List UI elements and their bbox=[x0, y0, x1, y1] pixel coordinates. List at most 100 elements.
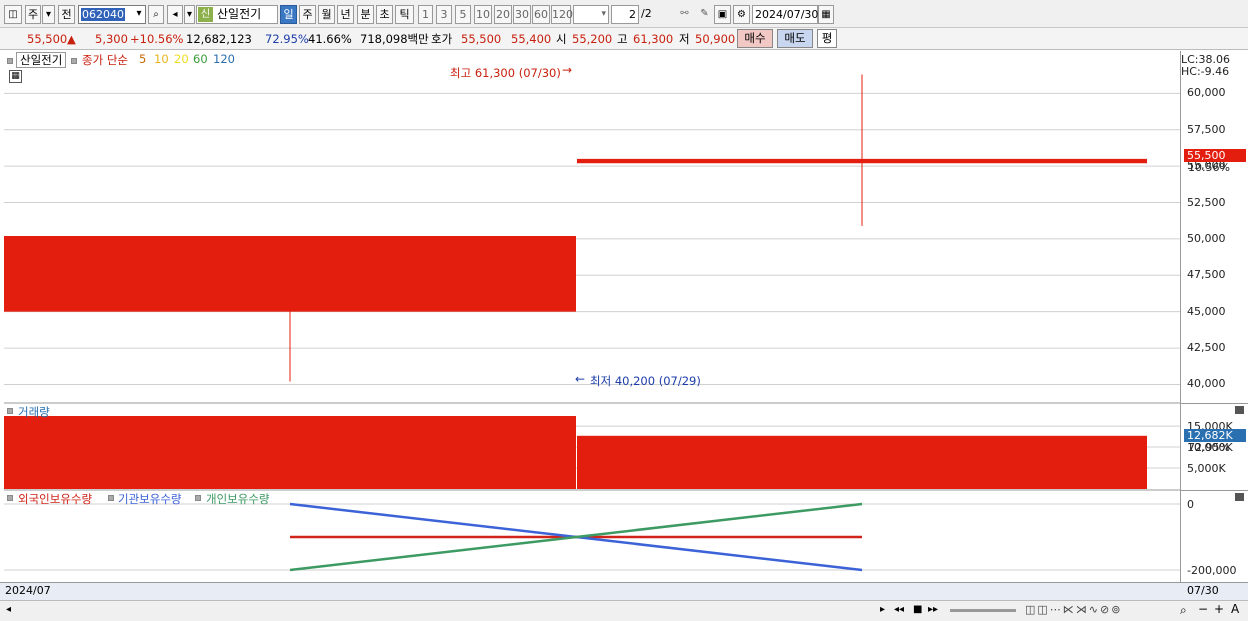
interval-3[interactable]: 3 bbox=[436, 5, 452, 24]
gear-icon[interactable]: ⚙ bbox=[733, 5, 750, 24]
change-amount: 5,300 bbox=[95, 32, 128, 46]
tool-icon[interactable]: ✎ bbox=[696, 5, 713, 24]
fast-forward-icon[interactable]: ▸▸ bbox=[928, 604, 938, 615]
ma-10[interactable]: 10 bbox=[154, 52, 169, 66]
price-tick-label: 42,500 bbox=[1187, 341, 1226, 355]
quote-label: 호가 bbox=[431, 32, 453, 46]
week-button[interactable]: 주 bbox=[25, 5, 41, 24]
chevron-down-icon[interactable]: ▾ bbox=[42, 5, 55, 24]
minus-icon[interactable]: − bbox=[1198, 602, 1208, 616]
period-second[interactable]: 초 bbox=[376, 5, 393, 24]
stop-icon[interactable]: ■ bbox=[913, 604, 922, 615]
ma-5[interactable]: 5 bbox=[139, 52, 146, 66]
chart-area: 산일전기 종가 단순 5 10 20 60 120 ▦ 최고 61,300 (0… bbox=[4, 51, 1180, 600]
page-input[interactable]: 2 bbox=[611, 5, 639, 24]
foreign-holding-legend[interactable]: 외국인보유수량 bbox=[18, 491, 92, 507]
panel-marker-icon bbox=[71, 58, 77, 64]
play-icon[interactable]: ▸ bbox=[880, 604, 885, 615]
price-axis: 40,000 42,500 45,000 47,500 50,000 52,500 55,0… bbox=[1181, 51, 1248, 403]
date-end: 07/30 bbox=[1187, 584, 1219, 597]
layout-icon[interactable]: ◫ bbox=[4, 5, 22, 24]
holding-tick-label: 0 bbox=[1187, 498, 1194, 511]
ma-label[interactable]: 종가 단순 bbox=[82, 52, 128, 68]
high-label: 고 bbox=[617, 32, 628, 46]
arrow-right-icon: → bbox=[562, 63, 573, 77]
quote-info-bar: 55,500 ▲ 5,300 +10.56% 12,682,123 72.95%… bbox=[0, 28, 1248, 50]
price-tick-label: 60,000 bbox=[1187, 86, 1226, 100]
sell-button[interactable]: 매도 bbox=[777, 29, 813, 48]
date-axis: 2024/07 07/30 bbox=[0, 582, 1248, 600]
price-tick-label: 47,500 bbox=[1187, 268, 1226, 282]
volume-pct-tag: 72.95% bbox=[1188, 441, 1230, 454]
current-pct-tag: 10.56% bbox=[1188, 161, 1230, 174]
interval-20[interactable]: 20 bbox=[494, 5, 512, 24]
ma-60[interactable]: 60 bbox=[193, 52, 208, 66]
panel-marker-icon bbox=[108, 495, 114, 501]
stock-legend[interactable]: 산일전기 bbox=[16, 52, 67, 68]
volume-legend[interactable]: 거래량 bbox=[18, 404, 50, 420]
zoom-slider[interactable] bbox=[950, 609, 1016, 612]
plus-icon[interactable]: + bbox=[1214, 602, 1224, 616]
custom-interval-input[interactable]: ▾ bbox=[573, 5, 609, 24]
price-tick-label: 50,000 bbox=[1187, 231, 1226, 245]
bid-price: 55,400 bbox=[511, 32, 552, 46]
interval-120[interactable]: 120 bbox=[551, 5, 573, 24]
interval-60[interactable]: 60 bbox=[532, 5, 550, 24]
interval-30[interactable]: 30 bbox=[513, 5, 531, 24]
rewind-icon[interactable]: ◂◂ bbox=[894, 604, 904, 615]
collapse-icon[interactable] bbox=[1235, 493, 1244, 501]
speaker-icon[interactable]: ◂ bbox=[167, 5, 183, 24]
calendar-icon[interactable]: ▦ bbox=[818, 5, 834, 24]
period-day[interactable]: 일 bbox=[280, 5, 297, 24]
period-tick[interactable]: 틱 bbox=[395, 5, 414, 24]
arrow-left-icon: ← bbox=[575, 372, 586, 386]
institution-holding-legend[interactable]: 기관보유수량 bbox=[118, 491, 181, 507]
table-icon[interactable]: ▦ bbox=[9, 70, 22, 83]
speaker-dropdown-icon[interactable]: ▾ bbox=[184, 5, 195, 24]
candle-body bbox=[577, 158, 1147, 164]
period-year[interactable]: 년 bbox=[337, 5, 354, 24]
ma-20[interactable]: 20 bbox=[174, 52, 189, 66]
sync-icon[interactable]: ⚯ bbox=[676, 5, 693, 24]
collapse-icon[interactable] bbox=[1235, 406, 1244, 414]
stock-name-field[interactable]: 신 산일전기 bbox=[196, 5, 278, 24]
prev-button[interactable]: 전 bbox=[58, 5, 75, 24]
holding-tick-label: -200,000 bbox=[1187, 564, 1237, 577]
eval-button[interactable]: 평 bbox=[817, 29, 837, 48]
period-week[interactable]: 주 bbox=[299, 5, 316, 24]
ma-120[interactable]: 120 bbox=[213, 52, 235, 66]
scroll-bar[interactable]: ◂ ▸ ◂◂ ■ ▸▸ ◫◫⋯⋉⋊∿⊘⊚ ⌕ − + A bbox=[0, 600, 1248, 621]
buy-button[interactable]: 매수 bbox=[737, 29, 773, 48]
chart-tools-icon[interactable]: ◫◫⋯⋉⋊∿⊘⊚ bbox=[1025, 603, 1122, 616]
zoom-icon[interactable]: ⌕ bbox=[1180, 603, 1187, 618]
panel-marker-icon bbox=[7, 495, 13, 501]
period-minute[interactable]: 분 bbox=[357, 5, 374, 24]
new-listing-badge: 신 bbox=[198, 7, 213, 22]
hc-label: HC:-9.46 bbox=[1181, 65, 1230, 78]
interval-1[interactable]: 1 bbox=[418, 5, 433, 24]
save-icon[interactable]: ▣ bbox=[714, 5, 731, 24]
open-label: 시 bbox=[556, 32, 567, 46]
period-month[interactable]: 월 bbox=[318, 5, 335, 24]
individual-holding-legend[interactable]: 개인보유수량 bbox=[206, 491, 269, 507]
open-price: 55,200 bbox=[572, 32, 613, 46]
interval-10[interactable]: 10 bbox=[474, 5, 492, 24]
price-tick-label: 52,500 bbox=[1187, 195, 1226, 209]
low-price: 50,900 bbox=[695, 32, 736, 46]
current-price: 55,500 bbox=[27, 32, 68, 46]
scroll-left-icon[interactable]: ◂ bbox=[6, 604, 11, 615]
volume-bar bbox=[4, 416, 576, 489]
volume: 12,682,123 bbox=[186, 32, 252, 46]
holding-axis: 0 -200,000 bbox=[1181, 490, 1248, 582]
price-tick-label: 45,000 bbox=[1187, 304, 1226, 318]
candle-body bbox=[4, 236, 576, 312]
change-arrow-icon: ▲ bbox=[67, 32, 76, 46]
interval-dropdown-icon[interactable]: ▾ bbox=[601, 6, 606, 23]
text-tool-icon[interactable]: A bbox=[1231, 602, 1239, 616]
toolbar: ◫ 주 ▾ 전 062040 ▾ ⌕ ◂ ▾ 신 산일전기 일 주 월 년 분 … bbox=[0, 0, 1248, 28]
code-dropdown-icon[interactable]: ▾ bbox=[132, 5, 146, 24]
search-icon[interactable]: ⌕ bbox=[148, 5, 164, 24]
date-input[interactable]: 2024/07/30 bbox=[752, 5, 818, 24]
ask-price: 55,500 bbox=[461, 32, 502, 46]
interval-5[interactable]: 5 bbox=[455, 5, 471, 24]
